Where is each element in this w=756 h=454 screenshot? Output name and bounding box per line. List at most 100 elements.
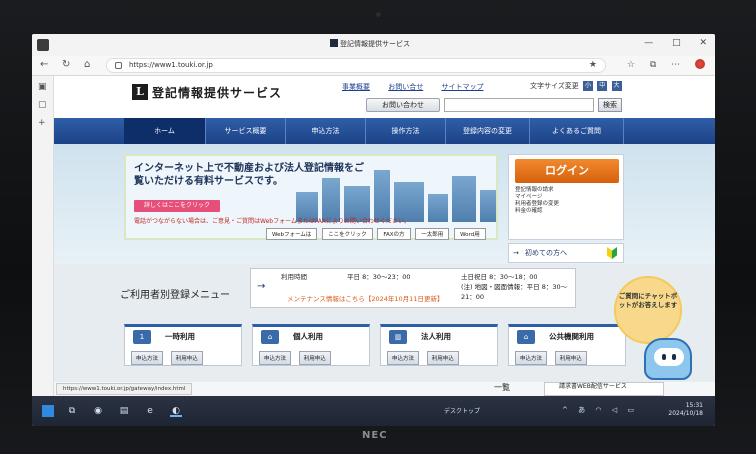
service-hours-box[interactable]: → 利用時間 平日 8：30～23：00 土日祝日 8：30～18：00 (注)… (250, 268, 576, 308)
login-feature: マイページ (515, 194, 543, 200)
sidebar-tab-icon[interactable]: ▢ (38, 100, 48, 110)
collections-icon[interactable]: ⧉ (650, 60, 656, 70)
hours-holiday: 土日祝日 8：30～18：00 (461, 273, 538, 281)
site-search-button[interactable]: 検索 (598, 98, 622, 112)
clock-time: 15:31 (685, 402, 703, 409)
card-temporary-use[interactable]: 1 一時利用 申込方法 利用申込 (124, 324, 242, 366)
nav-application[interactable]: 申込方法 (286, 118, 366, 144)
font-size-medium-button[interactable]: 中 (597, 81, 608, 91)
temporary-use-icon: 1 (133, 330, 151, 344)
active-edge-icon[interactable]: ◐ (170, 405, 182, 417)
nav-operation[interactable]: 操作方法 (366, 118, 446, 144)
header-link[interactable]: サイトマップ (441, 82, 483, 92)
apply-method-button[interactable]: 申込方法 (131, 351, 164, 365)
chatbot-bubble[interactable]: ご質問にチャットボットがお答えします (614, 276, 682, 344)
tab-actions-icon[interactable] (37, 39, 49, 51)
robot-face (654, 348, 684, 366)
contact-button[interactable]: お問い合わせ (366, 98, 440, 112)
site-logo-text[interactable]: 登記情報提供サービス (152, 84, 282, 101)
website: L 登記情報提供サービス 事業概要 お問い合せ サイトマップ 文字サイズ変更 小… (54, 76, 715, 396)
apply-method-button[interactable]: 申込方法 (259, 351, 292, 365)
notice-link[interactable]: Webフォームは (266, 228, 318, 240)
card-buttons: 申込方法 利用申込 (259, 351, 337, 365)
battery-icon[interactable]: ▭ (627, 406, 634, 414)
font-size-small-button[interactable]: 小 (583, 81, 594, 91)
site-favicon-icon (330, 39, 338, 47)
address-text: https://www1.touki.or.jp (129, 61, 213, 69)
notice-text: 電話がつながらない場合は、ご意見・ご質問はWebフォームまたはFAXによりお問い… (134, 218, 410, 225)
copilot-icon[interactable]: ◉ (92, 405, 104, 417)
menu-icon[interactable]: ⋯ (671, 60, 680, 70)
building-icon: ▥ (389, 330, 407, 344)
first-time-link[interactable]: → 初めての方へ (508, 243, 624, 263)
ime-icon[interactable]: あ (578, 406, 585, 414)
tab-title[interactable]: 登記情報提供サービス (340, 39, 410, 49)
logo-icon[interactable]: L (132, 84, 148, 100)
clock-date: 2024/10/18 (668, 410, 703, 417)
vertical-tab-sidebar: ▣ ▢ + (32, 76, 54, 396)
hero-area: インターネット上で不動産および法人登記情報をご覧いただける有料サービスです。 詳… (54, 144, 715, 264)
public-building-icon: ⌂ (517, 330, 535, 344)
volume-icon[interactable]: ◁ (612, 406, 617, 414)
close-icon[interactable]: ✕ (699, 38, 707, 48)
task-view-icon[interactable]: ⧉ (66, 405, 78, 417)
apply-button[interactable]: 利用申込 (298, 351, 331, 365)
card-public-use[interactable]: ⌂ 公共機関利用 申込方法 利用申込 (508, 324, 626, 366)
apply-method-button[interactable]: 申込方法 (387, 351, 420, 365)
apply-button[interactable]: 利用申込 (426, 351, 459, 365)
wifi-icon[interactable]: ◠ (595, 406, 601, 414)
new-tab-icon[interactable]: + (38, 118, 48, 128)
sidebar-tab-icon[interactable]: ▣ (38, 82, 48, 92)
taskbar-clock[interactable]: 15:31 2024/10/18 (668, 402, 703, 418)
maintenance-link[interactable]: メンテナンス情報はこちら【2024年10月11日更新】 (287, 293, 443, 303)
details-button[interactable]: 詳しくはここをクリック (134, 200, 220, 212)
arrow-right-icon: → (513, 249, 519, 257)
card-corporate-use[interactable]: ▥ 法人利用 申込方法 利用申込 (380, 324, 498, 366)
apply-button[interactable]: 利用申込 (170, 351, 203, 365)
browser-toolbar-right: ☆ ⧉ ⋯ (615, 59, 705, 70)
card-title: 法人利用 (421, 332, 451, 341)
desktop-label[interactable]: デスクトップ (444, 406, 480, 415)
site-search-input[interactable] (444, 98, 594, 112)
address-bar[interactable]: https://www1.touki.or.jp ★ (106, 58, 606, 73)
edge-browser-icon[interactable]: e (144, 405, 156, 417)
hours-weekday: 平日 8：30～23：00 (347, 273, 411, 281)
header-link[interactable]: お問い合せ (388, 82, 423, 92)
home-icon[interactable]: ⌂ (84, 59, 90, 70)
nav-home[interactable]: ホーム (124, 118, 206, 144)
apply-button[interactable]: 利用申込 (554, 351, 587, 365)
window-controls: — □ ✕ (628, 38, 707, 48)
minimize-icon[interactable]: — (644, 38, 653, 48)
login-feature: 料金の確認 (515, 208, 543, 214)
lock-icon (115, 62, 122, 69)
card-buttons: 申込方法 利用申込 (515, 351, 593, 365)
header-link[interactable]: 事業概要 (342, 82, 370, 92)
file-explorer-icon[interactable]: ▤ (118, 405, 130, 417)
apply-method-button[interactable]: 申込方法 (515, 351, 548, 365)
windows-start-icon[interactable] (42, 405, 54, 417)
nav-service-overview[interactable]: サービス概要 (206, 118, 286, 144)
chevron-up-icon[interactable]: ^ (562, 406, 568, 414)
monitor-brand-logo: NEC (362, 430, 388, 441)
login-button[interactable]: ログイン (515, 159, 619, 183)
chatbot-robot-icon[interactable] (644, 338, 692, 380)
notice-link[interactable]: 一太郎用 (415, 228, 450, 240)
back-icon[interactable]: ← (40, 59, 48, 70)
favorite-star-icon[interactable]: ★ (589, 60, 597, 70)
notice-link[interactable]: Word用 (454, 228, 486, 240)
screen: 登記情報提供サービス — □ ✕ ← ↻ ⌂ https://www1.touk… (32, 34, 715, 426)
site-header: L 登記情報提供サービス 事業概要 お問い合せ サイトマップ 文字サイズ変更 小… (54, 76, 715, 118)
nav-registration-change[interactable]: 登録内容の変更 (446, 118, 530, 144)
nav-faq[interactable]: よくあるご質問 (530, 118, 624, 144)
hero-panel: インターネット上で不動産および法人登記情報をご覧いただける有料サービスです。 詳… (124, 154, 498, 240)
hours-map-note: (注) 地図・図面情報：平日 8：30～21：00 (461, 283, 568, 301)
refresh-icon[interactable]: ↻ (62, 59, 70, 70)
maximize-icon[interactable]: □ (672, 38, 681, 48)
profile-icon[interactable] (695, 59, 705, 69)
favorites-icon[interactable]: ☆ (627, 60, 635, 70)
notice-link[interactable]: FAXの方 (377, 228, 411, 240)
font-size-large-button[interactable]: 大 (611, 81, 622, 91)
notice-link[interactable]: ここをクリック (322, 228, 373, 240)
card-personal-use[interactable]: ⌂ 個人利用 申込方法 利用申込 (252, 324, 370, 366)
web-invoice-service-link[interactable]: 請求書WEB配信サービス (544, 382, 664, 396)
